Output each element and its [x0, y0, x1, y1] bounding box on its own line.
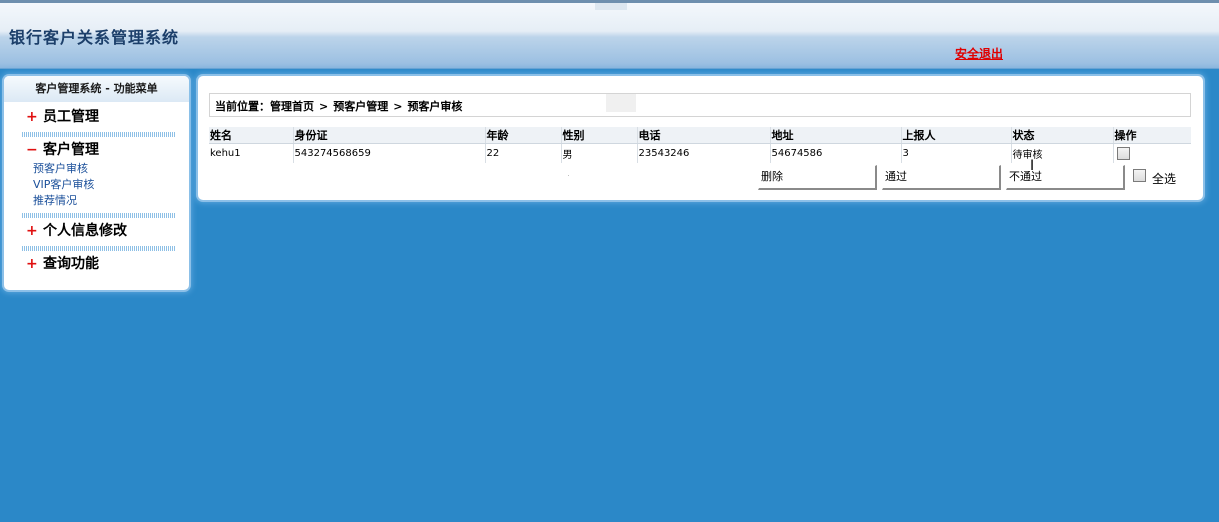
cell-gender: 男: [560, 143, 637, 163]
customer-table: 姓名 身份证 年龄 性别 电话 地址 上报人 状态 操作 kehu1 54327…: [209, 127, 1191, 163]
cell-address: 54674586: [769, 143, 901, 163]
col-header-idcard: 身份证: [292, 127, 485, 144]
sidebar-title: 客户管理系统 - 功能菜单: [4, 76, 189, 102]
breadcrumb-home[interactable]: 管理首页: [270, 100, 314, 113]
sidebar: 客户管理系统 - 功能菜单 + 员工管理 − 客户管理 预客户审核 VIP客户审…: [4, 76, 189, 290]
reject-button[interactable]: 不通过: [1006, 165, 1125, 190]
breadcrumb-current: 预客户审核: [407, 100, 463, 113]
approve-button[interactable]: 通过: [882, 165, 1001, 190]
sub-item-referrals[interactable]: 推荐情况: [4, 193, 189, 209]
sub-item-vip-review[interactable]: VIP客户审核: [4, 177, 189, 193]
collapse-minus-icon: −: [26, 142, 38, 158]
col-header-age: 年龄: [484, 127, 561, 144]
select-all-label: 全选: [1152, 172, 1177, 186]
sub-item-pre-customer-review[interactable]: 预客户审核: [4, 161, 189, 177]
menu-group-query: + 查询功能: [4, 253, 189, 275]
menu-group-customer: − 客户管理 预客户审核 VIP客户审核 推荐情况: [4, 139, 189, 209]
cell-reporter: 3: [900, 143, 1011, 163]
logout-link[interactable]: 安全退出: [955, 45, 1003, 62]
breadcrumb-section[interactable]: 预客户管理: [333, 100, 388, 113]
cell-name: kehu1: [210, 148, 241, 159]
menu-head-profile[interactable]: + 个人信息修改: [4, 220, 189, 242]
cell-phone: 23543246: [636, 143, 770, 163]
col-header-address: 地址: [769, 127, 901, 144]
expand-plus-icon: +: [26, 109, 38, 125]
row-select-checkbox[interactable]: [1116, 147, 1130, 160]
breadcrumb: 当前位置：管理首页 > 预客户管理 > 预客户审核: [215, 98, 462, 114]
table-row: kehu1 543274568659 22 男 23543246 5467458…: [209, 143, 1191, 163]
col-header-status: 状态: [1010, 127, 1113, 144]
menu-head-employee[interactable]: + 员工管理: [4, 106, 189, 128]
menu-divider: [22, 246, 176, 251]
expand-plus-icon: +: [26, 256, 38, 272]
cell-idcard: 543274568659: [292, 143, 485, 163]
col-header-gender: 性别: [560, 127, 637, 144]
menu-divider: [22, 213, 176, 218]
header-notch: [595, 3, 627, 10]
col-header-phone: 电话: [636, 127, 770, 144]
col-header-operation: 操作: [1112, 127, 1191, 144]
delete-button[interactable]: 删除: [758, 165, 877, 190]
table-header-row: 姓名 身份证 年龄 性别 电话 地址 上报人 状态 操作: [209, 127, 1191, 144]
menu-group-employee: + 员工管理: [4, 106, 189, 128]
menu-divider: [22, 132, 176, 137]
breadcrumb-prefix: 当前位置：: [215, 100, 270, 113]
col-header-reporter: 上报人: [900, 127, 1011, 144]
breadcrumb-separator: >: [319, 100, 329, 113]
text-cursor-icon: Ι: [1030, 158, 1035, 174]
cell-status: 待审核: [1010, 143, 1113, 163]
expand-plus-icon: +: [26, 223, 38, 239]
breadcrumb-notch: [606, 94, 636, 112]
main-panel: 当前位置：管理首页 > 预客户管理 > 预客户审核 姓名 身份证 年龄 性别 电话 地址…: [198, 76, 1203, 200]
select-all-checkbox[interactable]: [1133, 169, 1146, 182]
cell-operation: [1112, 143, 1191, 163]
menu-head-customer[interactable]: − 客户管理: [4, 139, 189, 161]
breadcrumb-separator: >: [393, 100, 403, 113]
stray-dot: [568, 175, 569, 176]
cell-age: 22: [484, 143, 561, 163]
col-header-name: 姓名: [209, 127, 293, 144]
breadcrumb-bar: 当前位置：管理首页 > 预客户管理 > 预客户审核: [209, 93, 1191, 117]
system-title: 银行客户关系管理系统: [9, 28, 180, 47]
app-header: 银行客户关系管理系统 安全退出: [0, 3, 1219, 69]
menu-group-profile: + 个人信息修改: [4, 220, 189, 242]
menu-head-query[interactable]: + 查询功能: [4, 253, 189, 275]
